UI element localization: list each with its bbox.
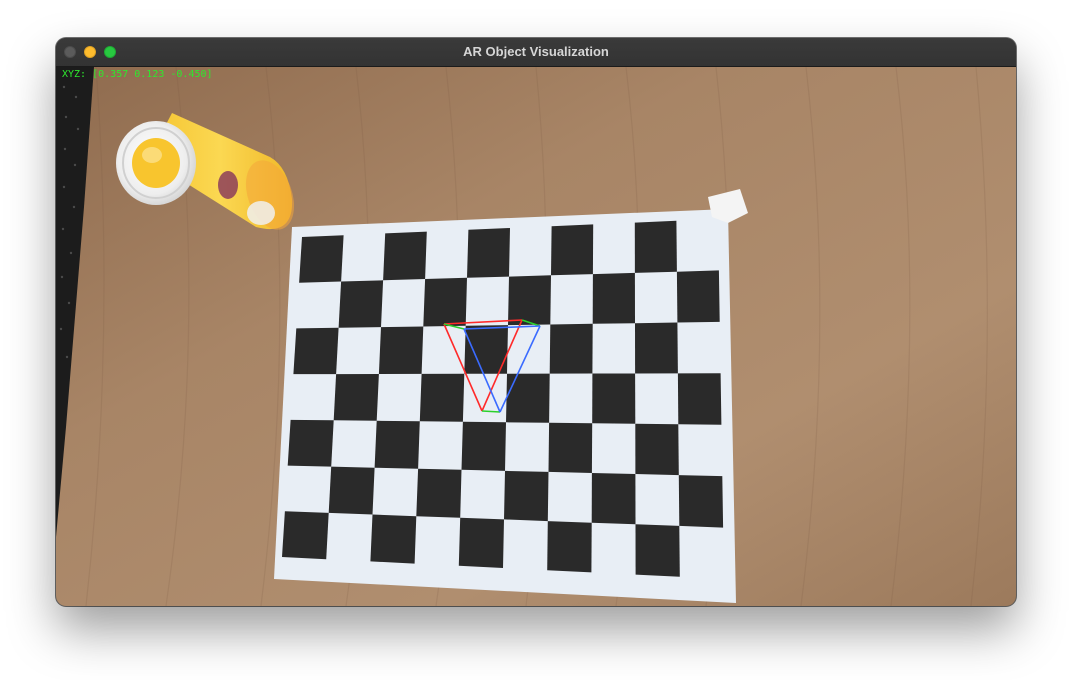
chessboard-square xyxy=(549,323,593,374)
chessboard-square xyxy=(508,275,551,326)
window-title: AR Object Visualization xyxy=(463,44,609,59)
chessboard-square xyxy=(677,373,722,425)
chessboard-square xyxy=(504,470,549,522)
chessboard-square xyxy=(374,420,420,469)
chessboard-square xyxy=(467,228,510,278)
chessboard-square xyxy=(419,373,465,422)
chessboard-square xyxy=(458,517,504,568)
chessboard-square xyxy=(378,326,424,374)
chessboard-square xyxy=(592,373,636,424)
camera-frame xyxy=(56,67,1016,606)
coordinate-values: [0.357 0.123 -0.450] xyxy=(92,69,213,80)
camera-view: XYZ: [0.357 0.123 -0.450] xyxy=(56,67,1016,606)
chessboard-square xyxy=(635,524,680,577)
chessboard-square xyxy=(635,423,679,476)
chessboard-square xyxy=(299,235,344,283)
chessboard-square xyxy=(635,322,678,374)
coordinate-label: XYZ: xyxy=(62,69,87,80)
chessboard-square xyxy=(551,224,594,276)
chessboard-square xyxy=(282,511,329,560)
chessboard-square xyxy=(328,466,375,515)
chessboard-square xyxy=(383,231,427,281)
chessboard-square xyxy=(333,374,379,421)
app-window: AR Object Visualization XYZ: [0.357 0.12… xyxy=(56,38,1016,606)
chessboard-square xyxy=(676,270,720,323)
chessboard-square xyxy=(461,421,506,471)
chessboard-square xyxy=(338,280,384,328)
axis-edge-green-bottom xyxy=(481,410,501,413)
chessboard-square xyxy=(547,521,592,573)
chessboard-square xyxy=(678,475,724,528)
chessboard-square xyxy=(548,422,593,473)
chessboard-square xyxy=(634,220,677,273)
coordinate-readout: XYZ: [0.357 0.123 -0.450] xyxy=(62,69,213,80)
chessboard-square xyxy=(591,473,636,525)
chessboard-square xyxy=(293,327,339,375)
chessboard-square xyxy=(423,277,467,327)
chessboard-square xyxy=(592,272,635,324)
chessboard-square xyxy=(506,373,550,423)
title-bar: AR Object Visualization xyxy=(56,38,1016,67)
chessboard-square xyxy=(370,514,417,564)
chessboard-square xyxy=(287,419,334,467)
chessboard-square xyxy=(416,468,462,518)
